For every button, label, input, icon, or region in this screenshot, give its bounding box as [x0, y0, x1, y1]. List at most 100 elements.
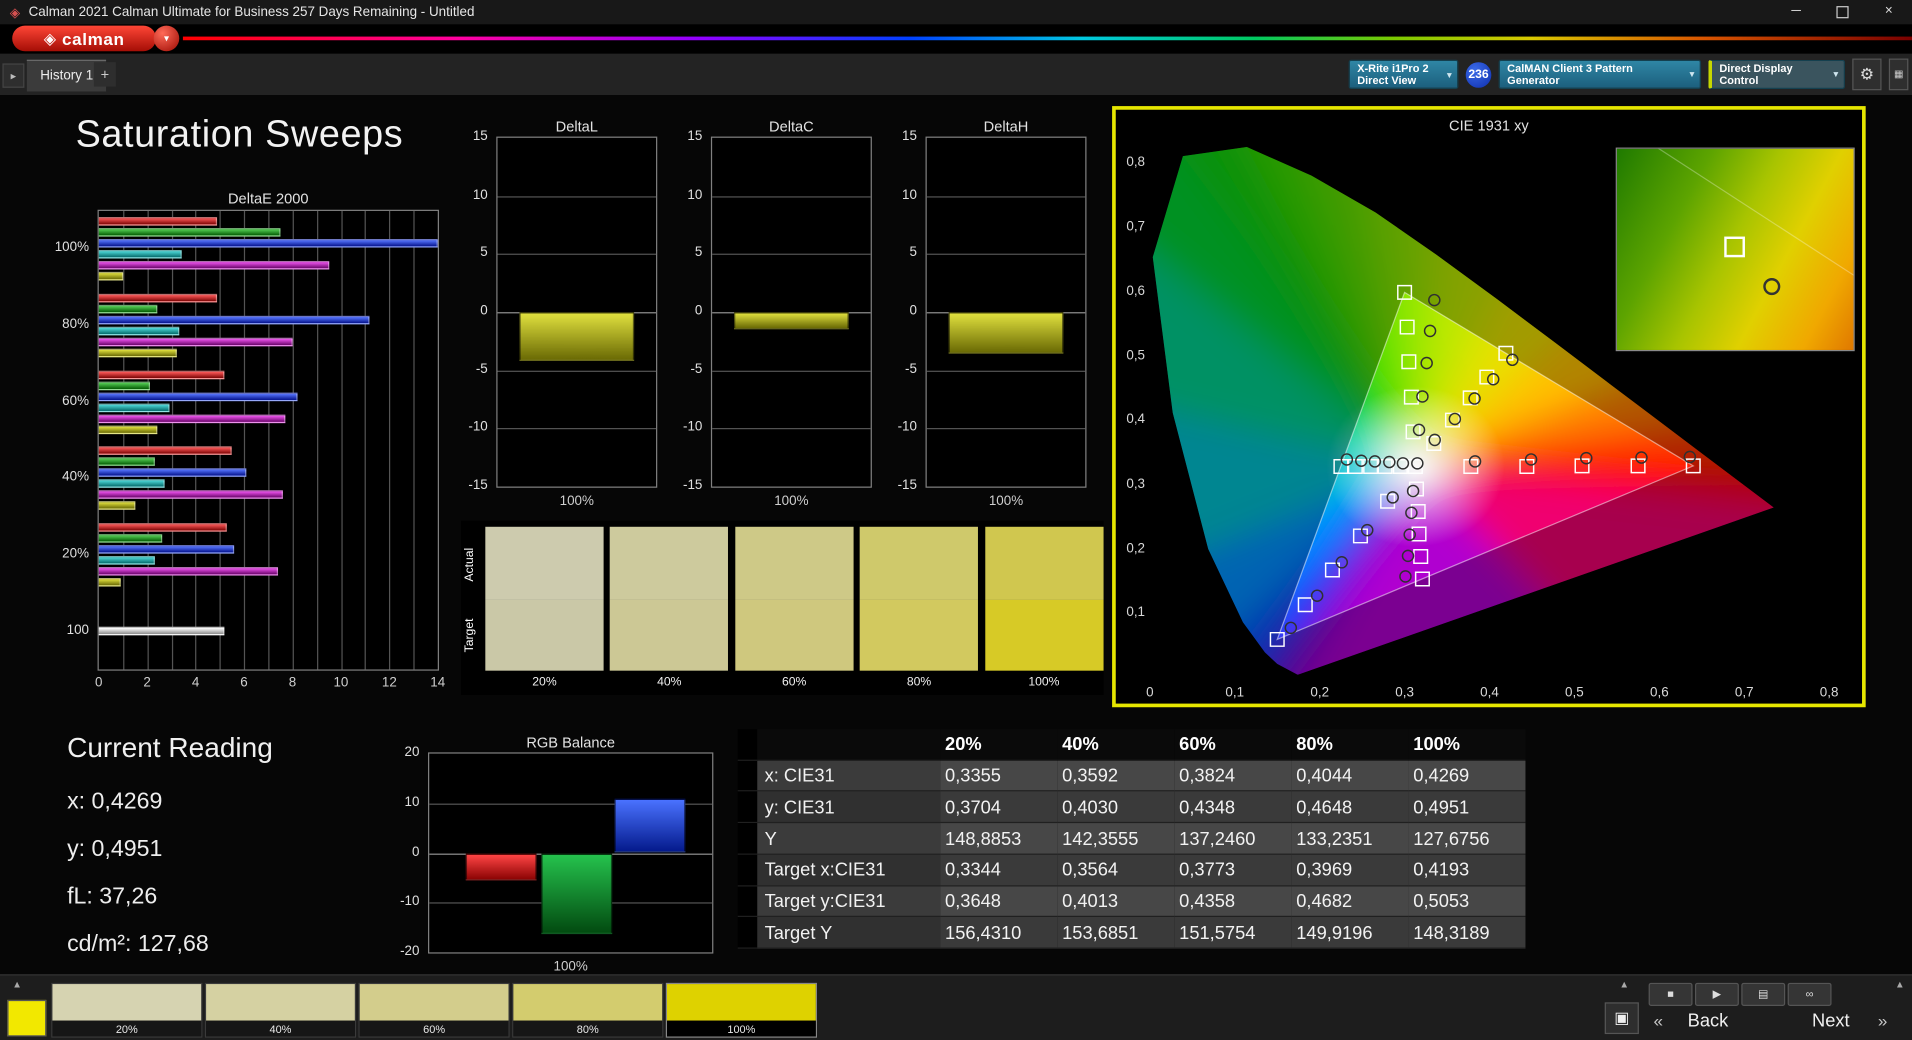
- collapse-up-icon[interactable]: ▲: [5, 979, 29, 990]
- bar: [98, 304, 157, 314]
- display-control-label: Direct Display Control: [1719, 62, 1793, 87]
- bar: [948, 312, 1064, 354]
- bar: [98, 457, 155, 467]
- gridline: [171, 210, 173, 670]
- meter-device-button[interactable]: X-Rite i1Pro 2 Direct View ▼: [1348, 59, 1459, 90]
- layout-options-button[interactable]: ▦: [1888, 58, 1909, 91]
- logo-bar: ◈ calman ▾: [0, 24, 1912, 54]
- table-row: x: CIE31 0,3355 0,3592 0,3824 0,4044 0,4269: [737, 760, 1526, 792]
- chart-title: DeltaH: [983, 118, 1029, 136]
- patch-button-20%[interactable]: 20%: [51, 982, 203, 1038]
- meter-device-line1: X-Rite i1Pro 2: [1357, 62, 1429, 75]
- actual-swatch: [984, 526, 1104, 600]
- main-menu-dropdown-button[interactable]: ▾: [153, 25, 180, 52]
- column-header-cell: 40%: [1057, 729, 1175, 761]
- current-patch-swatch: [7, 999, 47, 1037]
- next-button[interactable]: Next: [1812, 1011, 1850, 1032]
- patch-swatch: [513, 984, 663, 1021]
- x-tick-label: 4: [191, 675, 200, 691]
- play-button[interactable]: ▶: [1694, 982, 1739, 1007]
- y-tick-label: 5: [694, 245, 703, 261]
- y-category-label: 100: [66, 622, 90, 638]
- y-tick-label: 0,1: [1126, 605, 1146, 620]
- loop-button[interactable]: ∞: [1787, 982, 1832, 1007]
- maximize-button[interactable]: [1819, 0, 1865, 24]
- save-button[interactable]: ▤: [1741, 982, 1786, 1007]
- bar: [98, 468, 247, 478]
- x-axis-label: 100%: [559, 493, 594, 509]
- bar: [98, 381, 150, 390]
- value-cell: 0,4193: [1408, 854, 1526, 886]
- rgb-balance-chart: RGB Balance -20 -10 0 10 20 100%: [400, 734, 714, 974]
- reading-fl-value: fL: 37,26: [67, 884, 158, 910]
- bar: [614, 798, 686, 853]
- back-chevrons-icon[interactable]: «: [1654, 1011, 1664, 1031]
- y-tick-label: -5: [905, 361, 917, 377]
- bar: [98, 403, 170, 412]
- y-category-label: 100%: [54, 240, 90, 256]
- current-reading-heading: Current Reading: [67, 731, 273, 764]
- bar: [98, 326, 179, 336]
- gridline: [195, 210, 197, 670]
- stop-button[interactable]: ■: [1648, 982, 1693, 1007]
- row-label-cell: Y: [757, 823, 941, 855]
- next-chevrons-icon[interactable]: »: [1878, 1011, 1888, 1031]
- layout-window-button[interactable]: ▣: [1604, 1002, 1639, 1035]
- value-cell: 0,4269: [1408, 760, 1526, 792]
- chart-title: DeltaL: [555, 118, 598, 136]
- gridline: [712, 370, 871, 372]
- bar: [98, 250, 182, 259]
- patch-swatch: [206, 984, 355, 1021]
- tab-scroll-button[interactable]: ▸: [2, 63, 25, 88]
- x-tick-label: 6: [240, 675, 248, 691]
- y-tick-label: 0: [909, 303, 917, 319]
- minimize-button[interactable]: ─: [1773, 0, 1819, 24]
- bar: [98, 446, 232, 456]
- pattern-generator-button[interactable]: CalMAN Client 3 Pattern Generator ▼: [1498, 59, 1702, 90]
- value-cell: 0,4013: [1057, 885, 1175, 918]
- y-tick-label: 15: [687, 129, 703, 144]
- x-tick-label: 0: [95, 675, 103, 691]
- y-tick-label: -10: [400, 894, 420, 909]
- settings-gear-button[interactable]: ⚙: [1852, 58, 1882, 91]
- device-toolbar: X-Rite i1Pro 2 Direct View ▼ 236 CalMAN …: [1348, 58, 1909, 91]
- swatch-label: 80%: [906, 675, 932, 689]
- measurement-count-badge[interactable]: 236: [1465, 61, 1492, 88]
- value-cell: 142,3555: [1057, 823, 1175, 855]
- value-cell: 148,8853: [940, 823, 1058, 855]
- row-label-cell: Target y:CIE31: [757, 885, 941, 918]
- swatch-label: 100%: [1028, 675, 1060, 689]
- chevron-down-icon: ▼: [1445, 71, 1454, 81]
- y-tick-label: 10: [902, 187, 917, 203]
- y-tick-label: -10: [897, 419, 917, 435]
- bar: [98, 567, 278, 576]
- bar: [98, 501, 136, 511]
- value-cell: 0,3773: [1174, 854, 1292, 886]
- patch-button-40%[interactable]: 40%: [204, 982, 357, 1038]
- gridline: [123, 210, 125, 670]
- collapse-up-icon[interactable]: ▲: [1612, 979, 1636, 990]
- bar: [98, 337, 293, 347]
- close-button[interactable]: ×: [1866, 0, 1912, 24]
- patch-button-100%[interactable]: 100%: [665, 982, 817, 1038]
- chevron-down-icon: ▼: [1687, 70, 1697, 80]
- row-label-cell: Target Y: [757, 917, 941, 949]
- value-cell: 156,4310: [940, 917, 1058, 949]
- chart-title: DeltaE 2000: [227, 190, 309, 208]
- gridline: [413, 210, 415, 670]
- y-tick-label: -15: [897, 478, 917, 493]
- gridline: [316, 210, 318, 670]
- collapse-up-icon[interactable]: ▲: [1888, 979, 1912, 990]
- deltae2000-chart: DeltaE 2000 0 2 4 6 8 10 12 14 100% 80% 60% 40% 20% 10…: [55, 190, 446, 690]
- back-button[interactable]: Back: [1688, 1011, 1729, 1032]
- value-cell: 149,9196: [1291, 917, 1409, 949]
- target-swatch: [859, 599, 979, 671]
- window-titlebar: ◈ Calman 2021 Calman Ultimate for Busine…: [0, 0, 1912, 25]
- display-control-button[interactable]: Direct Display Control ▼: [1708, 59, 1845, 90]
- patch-button-60%[interactable]: 60%: [358, 982, 510, 1038]
- patch-button-80%[interactable]: 80%: [512, 982, 664, 1038]
- calman-logo[interactable]: ◈ calman: [12, 25, 157, 52]
- column-header-cell: 80%: [1291, 729, 1409, 761]
- add-tab-button[interactable]: +: [93, 62, 116, 87]
- y-tick-label: 0,5: [1126, 348, 1146, 363]
